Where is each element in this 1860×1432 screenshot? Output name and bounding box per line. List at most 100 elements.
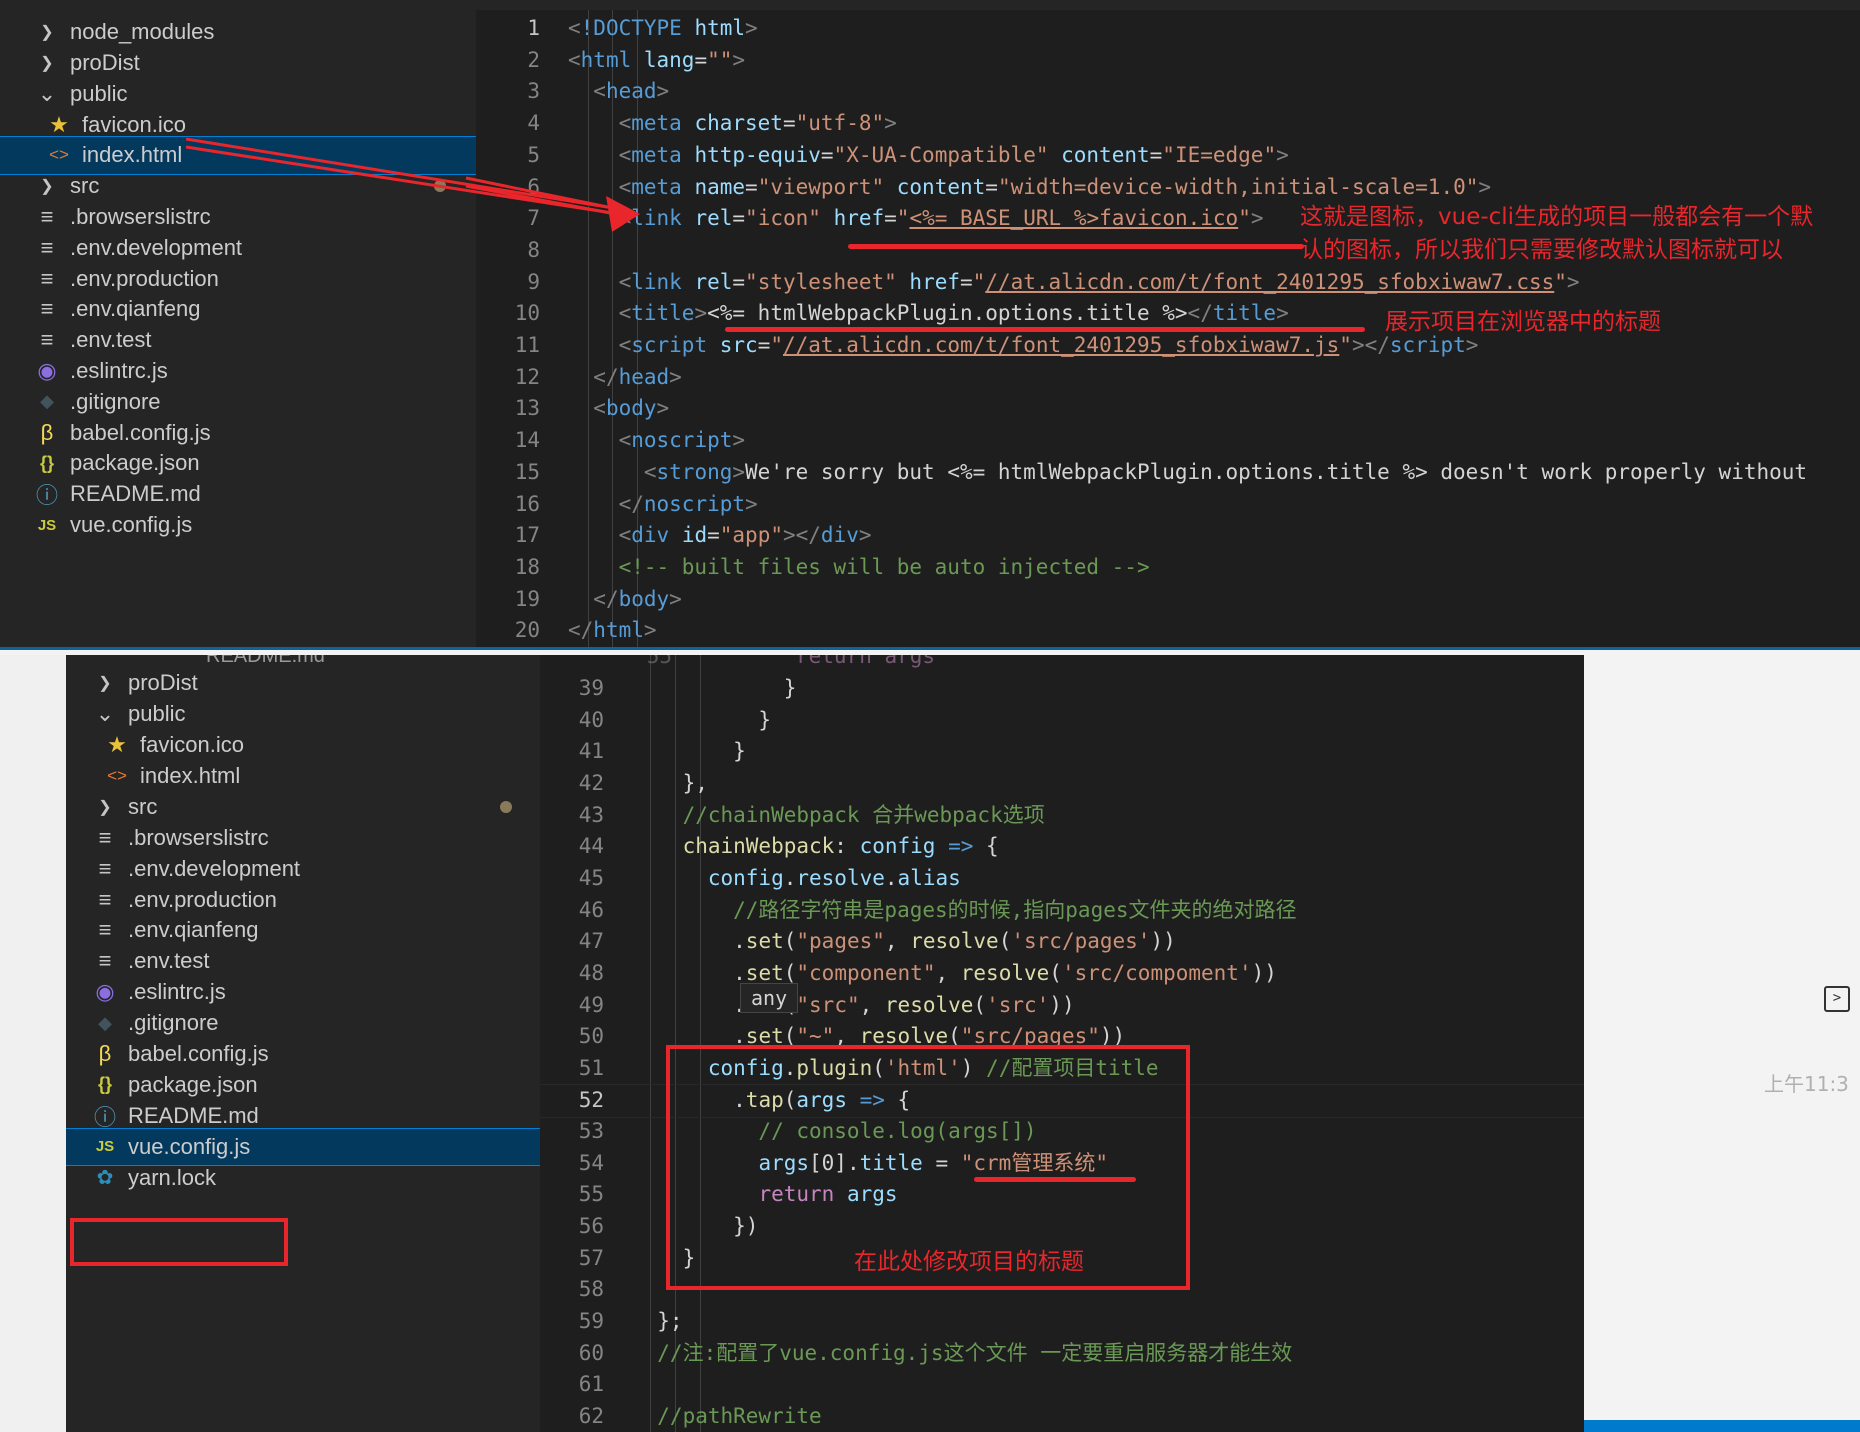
code-token: " [1554,269,1567,294]
file-tree-label: node_modules [70,19,215,45]
bottom-code-editor[interactable]: 39 } 40 } 41 } 42 }, 43 //chainWebpack 合并web… [540,655,1584,1432]
code-line[interactable]: 16 </noscript> [476,489,1860,521]
code-line[interactable]: 18 <!-- built files will be auto injecte… [476,552,1860,584]
peek-code-line: 55 return args [540,655,1584,673]
code-line[interactable]: 62 //pathRewrite [540,1401,1584,1432]
code-line[interactable]: 60 //注:配置了vue.config.js这个文件 一定要重启服务器才能生效 [540,1338,1584,1370]
line-number: 52 [578,1088,604,1113]
code-line[interactable]: 20 </html> [476,615,1860,647]
line-number: 59 [578,1309,604,1333]
line-number: 51 [578,1055,604,1080]
code-text: .set("pages", resolve('src/pages')) [632,926,1176,958]
code-line[interactable]: 41 } [540,736,1584,768]
code-token: < [618,333,632,357]
code-token: </ [1187,301,1213,326]
file-tree-label: vue.config.js [128,1133,251,1159]
code-line[interactable]: 45 config.resolve.alias [540,863,1584,895]
code-line[interactable]: 42 }, [540,768,1584,800]
code-line[interactable]: 5 <meta http-equiv="X-UA-Compatible" con… [476,140,1860,172]
hover-type-tooltip: any [740,983,799,1013]
code-line[interactable]: 39 } [540,673,1584,705]
code-token: = [985,174,998,199]
line-number: 17 [514,523,540,548]
code-token: " [770,333,783,357]
lines-icon: ≡ [98,917,112,943]
git-icon: ◆ [98,1012,112,1033]
code-line[interactable]: 12 </head> [476,362,1860,394]
code-line[interactable]: 40 } [540,705,1584,737]
code-line[interactable]: 44 chainWebpack: config => { [540,831,1584,863]
annotation-icon-line1: 这就是图标，vue-cli生成的项目一般都会有一个默 [1300,204,1814,230]
code-line[interactable]: 19 </body> [476,584,1860,616]
code-line[interactable]: 46 //路径字符串是pages的时候,指向pages文件夹的绝对路径 [540,895,1584,927]
code-line[interactable]: 47 .set("pages", resolve('src/pages')) [540,926,1584,958]
code-token: > [656,79,670,104]
chevron-right-icon: ❯ [40,24,54,42]
terminal-icon[interactable]: > [1824,986,1850,1012]
code-text: chainWebpack: config => { [632,831,999,863]
file-tree-label: index.html [82,142,183,168]
code-token: = [694,47,708,72]
code-text: .set("component", resolve('src/compoment… [632,958,1277,990]
file-tree-label: README.md [128,1102,259,1128]
code-token: < [593,79,606,104]
line-number: 43 [578,802,604,827]
line-number: 39 [578,676,604,700]
line-number: 15 [514,459,540,484]
code-token: < [618,111,632,136]
code-text: }, [632,768,708,800]
code-token: . [632,929,746,954]
code-token: = [707,523,720,548]
code-token: }, [632,770,708,795]
code-text: //pathRewrite [632,1401,822,1432]
code-token: "viewport" [757,174,897,199]
code-token: //pathRewrite [632,1403,822,1428]
underline-favicon-href [848,244,1304,249]
file-tree-label: proDist [128,670,198,696]
code-token: > [884,111,897,136]
code-token: strong [656,459,733,484]
code-line[interactable]: 59 }; [540,1306,1584,1338]
file-tree-item[interactable]: JS vue.config.js [0,507,476,544]
lines-icon: ≡ [98,886,112,912]
code-line[interactable]: 43 //chainWebpack 合并webpack选项 [540,800,1584,832]
code-token: ( [973,992,987,1017]
code-line[interactable]: 61 [540,1369,1584,1401]
code-line[interactable]: 2 <html lang=""> [476,45,1860,77]
code-token: = [960,269,973,294]
file-tree-label: .env.test [128,948,210,974]
code-token: name [694,174,746,199]
chevron-right-icon: ❯ [98,675,112,693]
right-time-text: 上午11:3 [1764,1072,1849,1096]
code-token: = [782,111,796,136]
code-token: > [656,396,670,421]
code-token: div [820,523,859,548]
code-line[interactable]: 1 <!DOCTYPE html> [476,13,1860,45]
line-number: 45 [578,865,604,890]
code-token: resolve [884,992,974,1017]
code-line[interactable]: 49 .set("src", resolve('src')) [540,990,1584,1022]
line-number: 10 [514,301,540,326]
code-token: . [783,865,797,890]
code-token: )) [1049,992,1075,1017]
code-line[interactable]: 3 <head> [476,76,1860,108]
file-tree-label: .gitignore [128,1010,219,1036]
code-token: //注:配置了vue.config.js这个文件 一定要重启服务器才能生效 [632,1340,1293,1365]
code-line[interactable]: 4 <meta charset="utf-8"> [476,108,1860,140]
code-token: "src" [796,992,860,1017]
code-line[interactable]: 14 <noscript> [476,425,1860,457]
code-line[interactable]: 15 <strong>We're sorry but <%= htmlWebpa… [476,457,1860,489]
code-text: <script src="//at.alicdn.com/t/font_2401… [568,330,1479,362]
code-token: = [732,269,746,294]
code-line[interactable]: 48 .set("component", resolve('src/compom… [540,958,1584,990]
code-text: //路径字符串是pages的时候,指向pages文件夹的绝对路径 [632,895,1296,927]
file-tree-item[interactable]: ✿ yarn.lock [66,1159,540,1196]
code-line[interactable]: 13 <body> [476,393,1860,425]
code-line[interactable]: 17 <div id="app"></div> [476,520,1860,552]
code-line[interactable]: 9 <link rel="stylesheet" href="//at.alic… [476,267,1860,299]
